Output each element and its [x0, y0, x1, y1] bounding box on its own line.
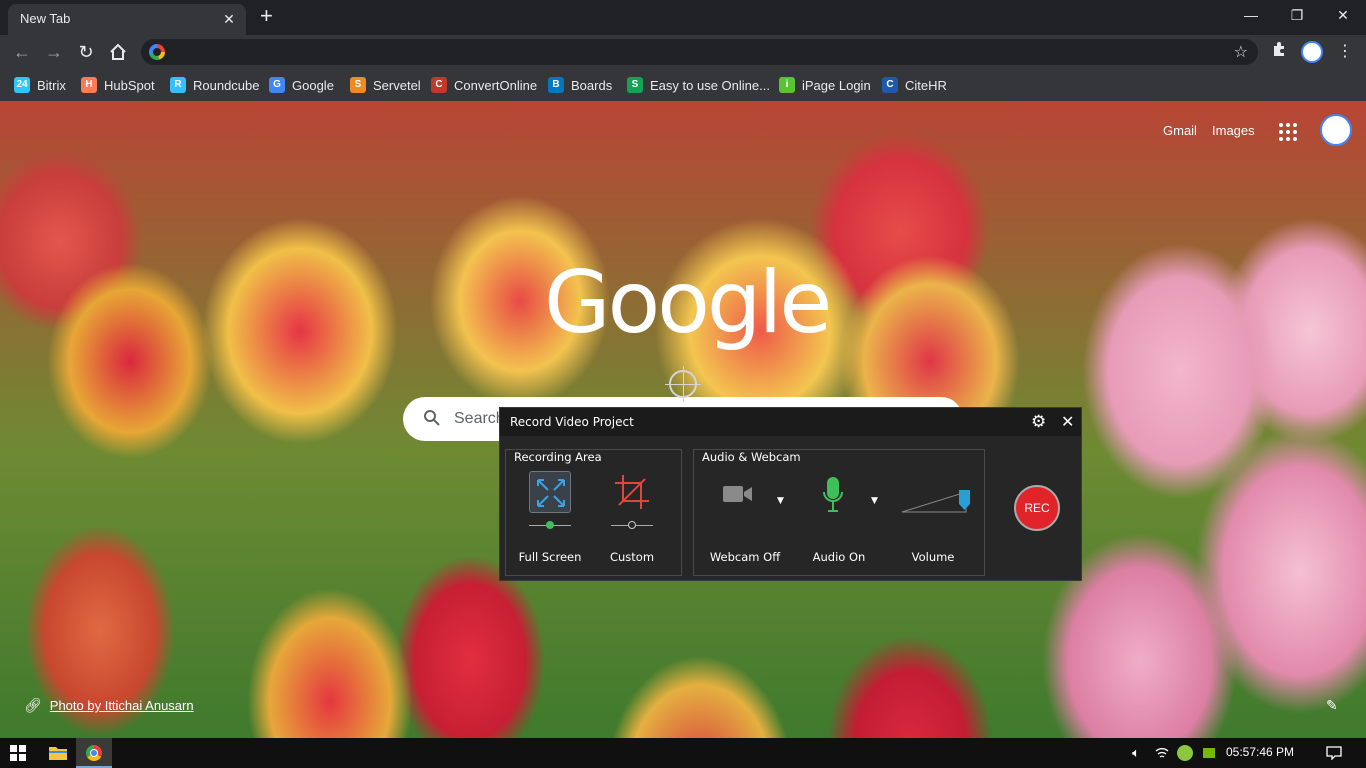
volume-slider[interactable]: [900, 488, 974, 518]
bookmark-label: Boards: [571, 77, 613, 93]
bookmark-ipage-login[interactable]: i iPage Login: [779, 76, 871, 94]
apps-grid-icon[interactable]: [1279, 123, 1297, 141]
search-input[interactable]: Search: [454, 410, 505, 428]
bookmark-label: Bitrix: [37, 77, 66, 93]
menu-icon[interactable]: ⋮: [1334, 41, 1356, 63]
dialog-body: Recording Area Audio & Webcam: [500, 436, 1081, 580]
bookmark-label: Roundcube: [193, 77, 260, 93]
crop-icon: [615, 475, 649, 509]
full-screen-icon: [537, 479, 565, 507]
bookmark-star-icon[interactable]: ☆: [1234, 42, 1248, 62]
photo-credit-text: Photo by Ittichai Anusarn: [49, 698, 194, 713]
browser-toolbar: ← → ↻ ☆ ⋮: [0, 35, 1366, 69]
home-icon[interactable]: [104, 38, 132, 66]
webcam-label[interactable]: Webcam Off: [704, 550, 786, 564]
bookmark-label: ConvertOnline: [454, 77, 538, 93]
reload-icon[interactable]: ↻: [72, 38, 100, 66]
crosshair-cursor-icon: [665, 366, 701, 402]
custom-unselected-dot: [628, 521, 636, 529]
dialog-title: Record Video Project: [510, 415, 634, 429]
bookmark-citehr[interactable]: C CiteHR: [882, 76, 947, 94]
speaker-icon[interactable]: 🔈︎: [1126, 738, 1146, 768]
bitrix-icon: 24: [14, 77, 30, 93]
google-logo: Google: [544, 253, 832, 353]
profile-avatar-icon[interactable]: [1301, 41, 1323, 63]
close-window-button[interactable]: ✕: [1320, 0, 1366, 32]
restore-button[interactable]: ❐: [1274, 0, 1320, 32]
file-explorer-icon[interactable]: [40, 738, 76, 768]
bookmark-roundcube[interactable]: R Roundcube: [170, 76, 260, 94]
easy-online-icon: S: [627, 77, 643, 93]
address-bar[interactable]: ☆: [141, 39, 1258, 65]
bookmark-hubspot[interactable]: H HubSpot: [81, 76, 155, 94]
dialog-close-icon[interactable]: ✕: [1061, 412, 1074, 431]
bookmarks-bar: 24 Bitrix H HubSpot R Roundcube G Google S Servet…: [0, 69, 1366, 101]
bookmark-boards[interactable]: B Boards: [548, 76, 612, 94]
link-icon: 🔗︎: [24, 697, 42, 713]
clock: 05:57:46 PM: [1226, 745, 1295, 759]
nvidia-icon[interactable]: [1200, 738, 1218, 768]
bookmark-label: CiteHR: [905, 77, 947, 93]
search-icon: [423, 409, 443, 429]
webcam-dropdown-chevron-icon[interactable]: ▼: [777, 496, 784, 506]
full-screen-selected-dot: [546, 521, 554, 529]
notification-center-icon[interactable]: [1322, 738, 1346, 768]
back-icon[interactable]: ←: [8, 38, 36, 66]
custom-label[interactable]: Custom: [600, 550, 664, 564]
audio-dropdown-chevron-icon[interactable]: ▼: [871, 496, 878, 506]
images-link[interactable]: Images: [1212, 123, 1255, 138]
tab-close-icon[interactable]: ✕: [220, 10, 238, 28]
bookmark-label: HubSpot: [104, 77, 155, 93]
bookmark-easy-to-use-online[interactable]: S Easy to use Online...: [627, 76, 770, 94]
bookmark-google[interactable]: G Google: [269, 76, 334, 94]
bookmark-label: Servetel: [373, 77, 421, 93]
photo-credit-link[interactable]: 🔗︎ Photo by Ittichai Anusarn: [24, 697, 194, 714]
customize-pencil-icon[interactable]: ✎: [1326, 697, 1338, 714]
recording-area-title: Recording Area: [514, 450, 606, 464]
custom-area-option[interactable]: [611, 471, 653, 513]
google-icon: [149, 44, 165, 60]
ipage-icon: i: [779, 77, 795, 93]
bookmark-bitrix[interactable]: 24 Bitrix: [14, 76, 66, 94]
record-video-dialog: Record Video Project ⚙ ✕ Recording Area …: [499, 407, 1082, 581]
roundcube-icon: R: [170, 77, 186, 93]
volume-label: Volume: [911, 550, 955, 564]
gmail-link[interactable]: Gmail: [1163, 123, 1197, 138]
bookmark-convertonline[interactable]: C ConvertOnline: [431, 76, 537, 94]
bookmark-label: iPage Login: [802, 77, 871, 93]
servetel-icon: S: [350, 77, 366, 93]
tab-title: New Tab: [20, 11, 71, 26]
tab-new-tab[interactable]: New Tab ✕: [8, 4, 246, 35]
google-icon: G: [269, 77, 285, 93]
record-button[interactable]: REC: [1014, 485, 1060, 531]
tray-app-icon[interactable]: [1176, 738, 1194, 768]
microphone-icon[interactable]: [823, 476, 843, 518]
full-screen-option[interactable]: [529, 471, 571, 513]
new-tab-button[interactable]: +: [260, 5, 273, 27]
tab-strip: New Tab ✕ + — ❐ ✕: [0, 0, 1366, 35]
bookmark-label: Easy to use Online...: [650, 77, 770, 93]
full-screen-label[interactable]: Full Screen: [514, 550, 586, 564]
trello-icon: B: [548, 77, 564, 93]
extensions-icon[interactable]: [1268, 41, 1290, 63]
minimize-button[interactable]: —: [1228, 0, 1274, 32]
bookmark-servetel[interactable]: S Servetel: [350, 76, 421, 94]
audio-label[interactable]: Audio On: [802, 550, 876, 564]
bookmark-label: Google: [292, 77, 334, 93]
settings-gear-icon[interactable]: ⚙: [1031, 412, 1046, 432]
account-avatar-icon[interactable]: [1320, 114, 1352, 146]
webcam-icon[interactable]: [722, 484, 754, 508]
wifi-icon[interactable]: [1152, 738, 1172, 768]
convertonline-icon: C: [431, 77, 447, 93]
hubspot-icon: H: [81, 77, 97, 93]
forward-icon[interactable]: →: [40, 38, 68, 66]
audio-webcam-title: Audio & Webcam: [702, 450, 805, 464]
chrome-taskbar-icon[interactable]: [76, 738, 112, 768]
windows-taskbar: 🔈︎ 05:57:46 PM: [0, 738, 1366, 768]
citehr-icon: C: [882, 77, 898, 93]
windows-start-icon[interactable]: [0, 738, 36, 768]
